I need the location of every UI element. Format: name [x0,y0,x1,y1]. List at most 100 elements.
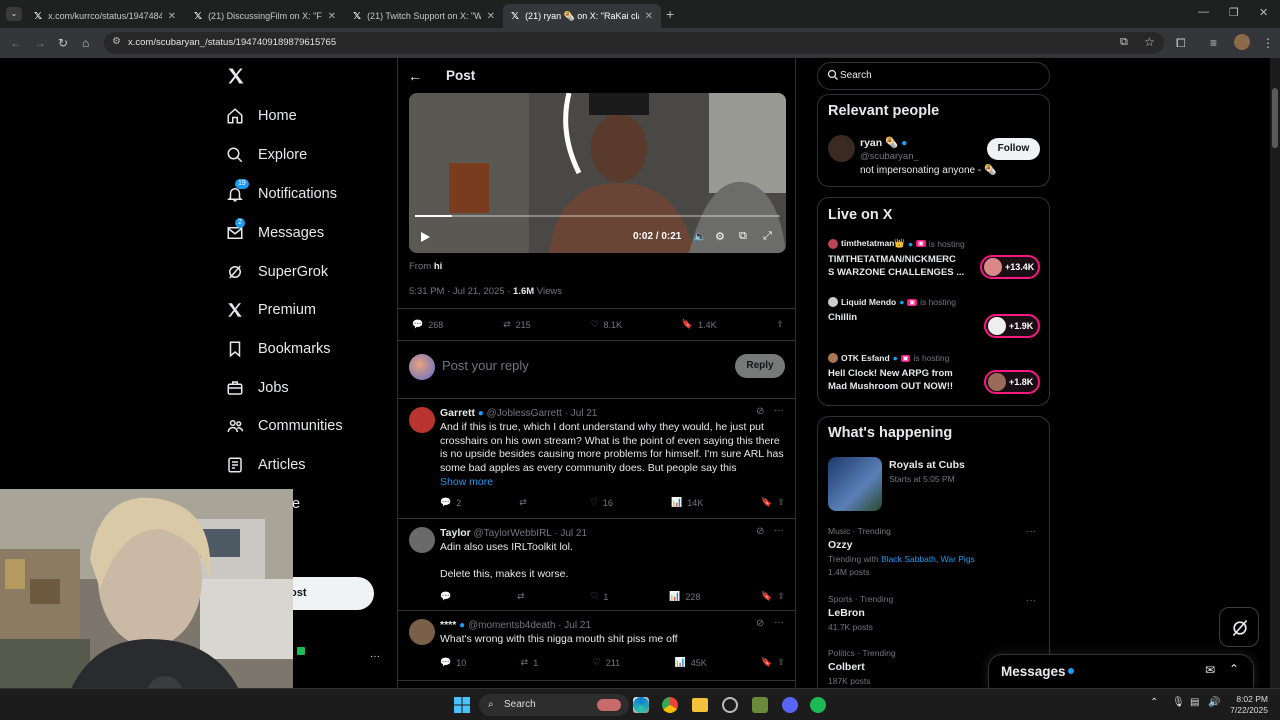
home-icon[interactable]: ⌂ [82,36,89,50]
repost-action[interactable]: ⇄ [519,497,532,508]
pip-icon[interactable]: ⧉ [739,230,747,243]
nav-supergrok[interactable]: SuperGrok [226,257,328,287]
microphone-icon[interactable]: 🎙 [1172,697,1185,708]
views-action[interactable]: 📊 45K [675,657,707,668]
more-dots-icon[interactable]: ··· [1026,526,1036,537]
tray-chevron-icon[interactable]: ⌃ [1150,697,1158,708]
more-dots-icon[interactable]: ··· [774,525,784,536]
bookmark-star-icon[interactable]: ☆ [1144,35,1155,49]
author-handle[interactable]: @TaylorWebbIRL · Jul 21 [474,528,588,539]
live-listeners-pill[interactable]: +13.4K [980,255,1040,279]
grok-icon[interactable]: ⊘ [756,618,764,629]
reply-tweet[interactable]: Garrett ● @JoblessGarrett · Jul 21 ⊘ ···… [398,399,795,519]
site-info-icon[interactable]: ⚙ [112,36,121,47]
reply-tweet[interactable]: Taylor @TaylorWebbIRL · Jul 21 ⊘ ··· Adi… [398,519,795,611]
account-more-dots[interactable]: ··· [370,651,380,662]
repost-action[interactable]: ⇄ 1 [521,657,539,668]
window-close-icon[interactable]: ✕ [1259,6,1268,19]
close-icon[interactable]: ✕ [645,11,653,22]
x-logo[interactable] [226,66,246,86]
share-action[interactable]: ⇪ [776,319,784,330]
avatar[interactable] [409,407,435,433]
windows-start-icon[interactable] [454,697,470,713]
reading-list-icon[interactable]: ≡ [1210,36,1217,50]
messages-drawer[interactable]: Messages ✉ ⌃ [988,654,1254,688]
event-thumbnail[interactable] [828,457,882,511]
reply-action[interactable]: 💬 10 [440,657,466,668]
close-icon[interactable]: ✕ [328,11,336,22]
minimize-icon[interactable]: — [1198,6,1209,18]
extensions-icon[interactable]: ⧠ [1176,36,1186,50]
back-arrow-icon[interactable]: ← [10,36,22,50]
avatar[interactable] [409,354,435,380]
reply-button[interactable]: Reply [735,354,785,378]
tab-list-button[interactable]: ⌄ [6,7,22,21]
bookmark-action[interactable]: 🔖 ⇪ [761,497,785,508]
settings-gear-icon[interactable]: ⚙ [715,230,725,243]
views-action[interactable]: 📊 228 [669,591,700,602]
share-icon[interactable]: ⇪ [777,497,785,508]
install-app-icon[interactable]: ⧉ [1120,36,1128,49]
network-icon[interactable]: ▤ [1190,697,1199,708]
page-scrollbar[interactable] [1270,58,1280,688]
edge-icon[interactable] [633,697,649,713]
follow-button[interactable]: Follow [987,138,1040,160]
fullscreen-icon[interactable]: ⤢ [763,230,772,243]
live-listeners-pill[interactable]: +1.8K [984,370,1040,394]
person-handle[interactable]: @scubaryan_ [860,151,919,162]
share-icon[interactable]: ⇪ [777,591,785,602]
profile-avatar[interactable] [1234,34,1250,50]
taskbar-search[interactable]: ⌕ Search [479,694,629,716]
nav-explore[interactable]: Explore [226,140,307,170]
trend-with-links[interactable]: Black Sabbath, War Pigs [881,554,975,564]
reply-tweet[interactable]: **** ● @momentsb4death · Jul 21 ⊘ ··· Wh… [398,611,795,681]
reply-action[interactable]: 💬 [440,591,456,602]
repost-action[interactable]: ⇄ [517,591,530,602]
nav-premium[interactable]: Premium [226,295,316,325]
event-title[interactable]: Royals at Cubs [889,459,965,471]
restore-icon[interactable]: ❐ [1229,6,1239,19]
bookmark-action[interactable]: 🔖 ⇪ [761,657,785,668]
grok-icon[interactable]: ⊘ [756,526,764,537]
reload-icon[interactable]: ↻ [58,36,68,50]
discord-icon[interactable] [782,697,798,713]
author-handle[interactable]: @momentsb4death · Jul 21 [468,620,591,631]
new-message-icon[interactable]: ✉ [1205,663,1215,677]
scrollbar-thumb[interactable] [1272,88,1278,148]
nav-home[interactable]: Home [226,101,297,131]
author-name[interactable]: **** [440,619,456,631]
author-name[interactable]: Garrett [440,407,475,419]
live-item[interactable]: OTK Esfand ● ▣ is hosting Hell Clock! Ne… [828,353,988,401]
nav-messages[interactable]: 2 Messages [226,218,324,248]
share-icon[interactable]: ⇪ [777,657,785,668]
new-tab-plus-icon[interactable]: + [666,6,674,22]
views-action[interactable]: 📊 14K [671,497,703,508]
close-icon[interactable]: ✕ [487,11,495,22]
nav-bookmarks[interactable]: Bookmarks [226,334,331,364]
spotify-icon[interactable] [810,697,826,713]
live-item[interactable]: Liquid Mendo ● ▣ is hosting Chillin [828,297,978,337]
live-listeners-pill[interactable]: +1.9K [984,314,1040,338]
repost-action[interactable]: ⇄ 215 [503,319,531,330]
like-action[interactable]: ♡ 1 [590,591,608,602]
avatar[interactable] [828,135,855,162]
more-dots-icon[interactable]: ··· [774,405,784,416]
from-name-link[interactable]: hi [434,261,442,272]
volume-icon[interactable]: 🔈 [693,230,707,243]
more-dots-icon[interactable]: ··· [1026,595,1036,606]
bookmark-action[interactable]: 🔖 ⇪ [761,591,785,602]
search-box[interactable]: Search [817,62,1050,90]
browser-tab-1[interactable]: 𝕏 x.com/kurrco/status/19474847 ✕ [26,4,184,28]
chevron-up-icon[interactable]: ⌃ [1229,662,1239,676]
play-icon[interactable] [419,231,431,243]
author-name[interactable]: Taylor [440,527,471,539]
app-icon[interactable] [722,697,738,713]
nav-articles[interactable]: Articles [226,450,306,480]
browser-tab-4-active[interactable]: 𝕏 (21) ryan 🌯 on X: "RaKai claim ✕ [503,4,661,28]
show-more-link[interactable]: Show more [440,476,493,488]
chrome-icon[interactable] [662,697,678,713]
avatar[interactable] [409,619,435,645]
like-action[interactable]: ♡ 8.1K [590,319,622,330]
back-arrow-icon[interactable]: ← [408,68,422,84]
author-handle[interactable]: @JoblessGarrett · Jul 21 [487,408,598,419]
